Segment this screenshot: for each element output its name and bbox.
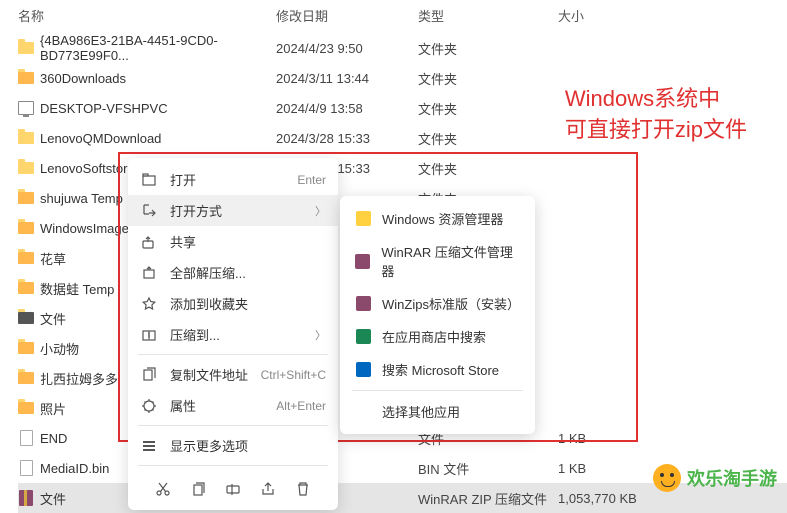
more-options-icon <box>140 437 158 455</box>
explorer-icon <box>354 210 372 228</box>
file-size: 1 KB <box>558 461 658 476</box>
file-icon <box>18 490 34 506</box>
file-name: shujuwa Temp <box>40 191 123 206</box>
separator <box>138 425 328 426</box>
separator <box>138 465 328 466</box>
rename-icon[interactable] <box>222 478 244 500</box>
menu-favorites[interactable]: 添加到收藏夹 <box>128 288 338 319</box>
menu-properties[interactable]: 属性 Alt+Enter <box>128 390 338 421</box>
file-icon <box>18 70 34 86</box>
table-row[interactable]: {4BA986E3-21BA-4451-9CD0-BD773E99F0...20… <box>18 33 787 63</box>
copy-path-icon <box>140 366 158 384</box>
extract-icon <box>140 264 158 282</box>
menu-share[interactable]: 共享 <box>128 226 338 257</box>
menu-open[interactable]: 打开 Enter <box>128 164 338 195</box>
file-name: LenovoQMDownload <box>40 131 161 146</box>
file-icon <box>18 340 34 356</box>
submenu-winzips[interactable]: WinZips标准版（安装） <box>340 287 535 320</box>
file-icon <box>18 160 34 176</box>
file-name: 文件 <box>40 309 66 328</box>
file-type: WinRAR ZIP 压缩文件 <box>418 489 558 508</box>
share-action-icon[interactable] <box>257 478 279 500</box>
col-type[interactable]: 类型 <box>418 6 558 25</box>
file-date: 2024/4/9 13:58 <box>276 101 418 116</box>
logo-face-icon <box>653 464 681 492</box>
properties-icon <box>140 397 158 415</box>
submenu-store-search[interactable]: 在应用商店中搜索 <box>340 320 535 353</box>
file-name: 数据蛙 Temp <box>40 279 114 298</box>
file-name: {4BA986E3-21BA-4451-9CD0-BD773E99F0... <box>40 33 276 63</box>
copy-icon[interactable] <box>187 478 209 500</box>
delete-icon[interactable] <box>292 478 314 500</box>
file-icon <box>18 280 34 296</box>
file-name: END <box>40 431 67 446</box>
submenu-choose-other[interactable]: 选择其他应用 <box>340 395 535 428</box>
file-icon <box>18 370 34 386</box>
winrar-icon <box>354 252 371 270</box>
annotation-text: Windows系统中 可直接打开zip文件 <box>565 84 747 146</box>
menu-more-options[interactable]: 显示更多选项 <box>128 430 338 461</box>
column-headers: 名称 修改日期 类型 大小 <box>0 0 787 33</box>
open-with-icon <box>140 202 158 220</box>
watermark: 欢乐淘手游 <box>653 464 777 492</box>
submenu-msstore[interactable]: 搜索 Microsoft Store <box>340 353 535 386</box>
separator <box>352 390 523 391</box>
menu-compress[interactable]: 压缩到... 〉 <box>128 319 338 350</box>
winzips-icon <box>354 295 372 313</box>
file-icon <box>18 310 34 326</box>
file-type: 文件夹 <box>418 69 558 88</box>
open-icon <box>140 171 158 189</box>
file-name: 360Downloads <box>40 71 126 86</box>
store-icon <box>354 328 372 346</box>
file-type: 文件夹 <box>418 99 558 118</box>
file-type: BIN 文件 <box>418 459 558 478</box>
msstore-icon <box>354 361 372 379</box>
cut-icon[interactable] <box>152 478 174 500</box>
file-type: 文件夹 <box>418 129 558 148</box>
file-name: 小动物 <box>40 339 79 358</box>
file-icon <box>18 190 34 206</box>
file-icon <box>18 400 34 416</box>
file-icon <box>18 460 34 476</box>
submenu-winrar[interactable]: WinRAR 压缩文件管理器 <box>340 235 535 287</box>
file-name: DESKTOP-VFSHPVC <box>40 101 168 116</box>
file-size: 1,053,770 KB <box>558 491 658 506</box>
separator <box>138 354 328 355</box>
compress-icon <box>140 326 158 344</box>
file-icon <box>18 130 34 146</box>
file-icon <box>18 40 34 56</box>
file-name: 花草 <box>40 249 66 268</box>
share-icon <box>140 233 158 251</box>
action-bar <box>128 470 338 504</box>
context-menu: 打开 Enter 打开方式 〉 共享 全部解压缩... 添加到收藏夹 压缩到..… <box>128 158 338 510</box>
file-name: MediaID.bin <box>40 461 109 476</box>
col-size[interactable]: 大小 <box>558 6 658 25</box>
menu-copy-path[interactable]: 复制文件地址 Ctrl+Shift+C <box>128 359 338 390</box>
file-icon <box>18 430 34 446</box>
file-name: 文件 <box>40 489 66 508</box>
file-date: 2024/3/28 15:33 <box>276 131 418 146</box>
file-name: 扎西拉姆多多 <box>40 369 118 388</box>
col-name[interactable]: 名称 <box>18 6 276 25</box>
file-date: 2024/3/11 13:44 <box>276 71 418 86</box>
file-date: 2024/4/23 9:50 <box>276 41 418 56</box>
star-icon <box>140 295 158 313</box>
col-date[interactable]: 修改日期 <box>276 6 418 25</box>
file-name: 照片 <box>40 399 66 418</box>
open-with-submenu: Windows 资源管理器 WinRAR 压缩文件管理器 WinZips标准版（… <box>340 196 535 434</box>
file-icon <box>18 250 34 266</box>
file-type: 文件夹 <box>418 39 558 58</box>
chevron-right-icon: 〉 <box>315 327 326 343</box>
file-icon <box>18 220 34 236</box>
menu-extract-all[interactable]: 全部解压缩... <box>128 257 338 288</box>
chevron-right-icon: 〉 <box>315 203 326 219</box>
menu-open-with[interactable]: 打开方式 〉 <box>128 195 338 226</box>
file-icon <box>18 100 34 116</box>
submenu-explorer[interactable]: Windows 资源管理器 <box>340 202 535 235</box>
